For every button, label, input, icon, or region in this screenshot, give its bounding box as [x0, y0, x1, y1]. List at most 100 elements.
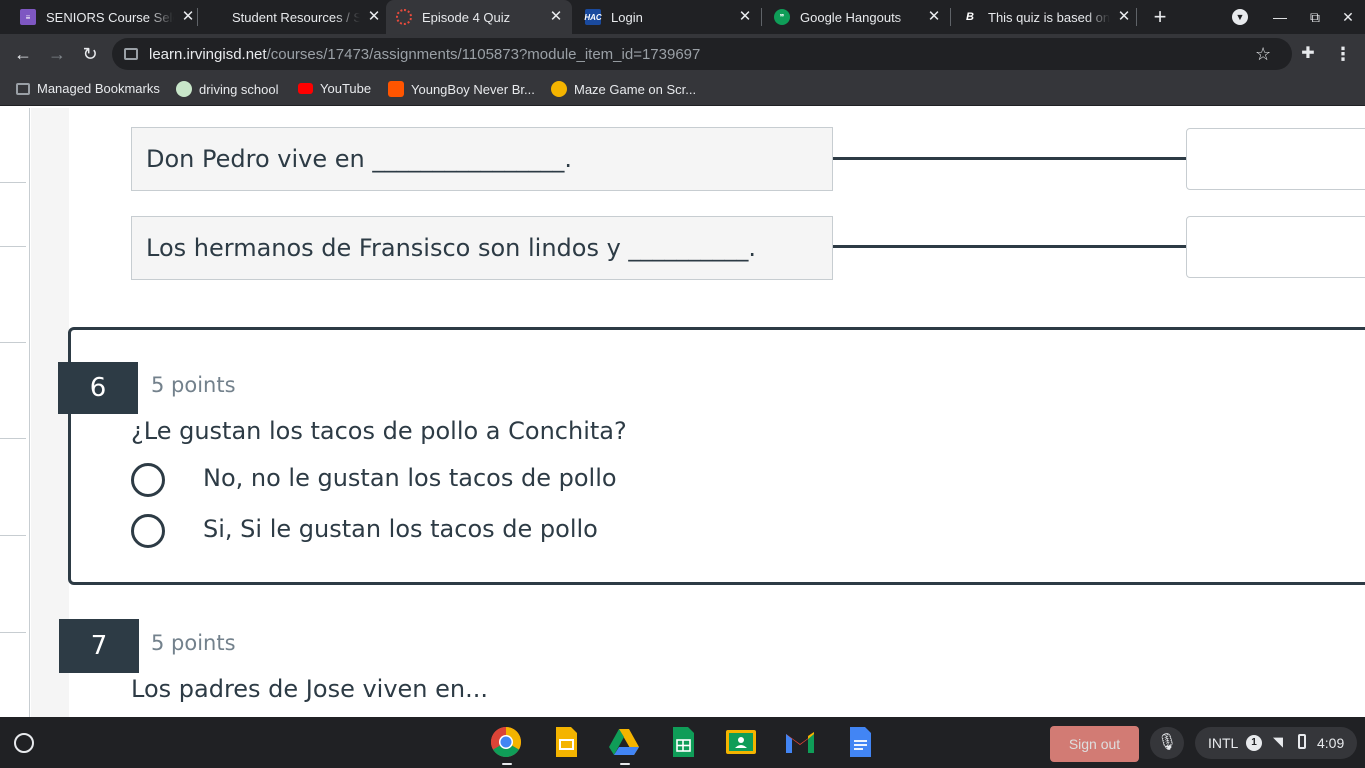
url-text[interactable]: learn.irvingisd.net/courses/17473/assign…: [149, 46, 700, 63]
tab-search-icon[interactable]: ▼: [1232, 9, 1248, 25]
tab-google-hangouts[interactable]: ❞ Google Hangouts ✕: [774, 0, 942, 34]
tab-title: Episode 4 Quiz: [422, 9, 511, 25]
rail-divider: [0, 438, 26, 439]
close-icon[interactable]: ✕: [1116, 9, 1132, 25]
tab-separator: [197, 8, 198, 26]
driving-school-icon: [176, 81, 192, 97]
tab-separator: [1136, 8, 1137, 26]
minimize-icon[interactable]: —: [1272, 9, 1288, 25]
answer-choice-label[interactable]: Si, Si le gustan los tacos de pollo: [203, 515, 598, 543]
notification-badge[interactable]: 1: [1246, 735, 1262, 751]
gmail-icon[interactable]: [784, 726, 816, 758]
close-icon[interactable]: ✕: [366, 9, 382, 25]
address-bar[interactable]: learn.irvingisd.net/courses/17473/assign…: [112, 38, 1292, 70]
answer-choice-label[interactable]: No, no le gustan los tacos de pollo: [203, 464, 617, 492]
tab-student-resources[interactable]: Student Resources / S ✕: [206, 0, 382, 34]
sheets-icon[interactable]: [667, 726, 699, 758]
matching-prompt-text: Los hermanos de Fransisco son lindos y _…: [146, 234, 757, 262]
forward-icon[interactable]: →: [47, 44, 67, 64]
bookmark-managed[interactable]: Managed Bookmarks: [16, 81, 160, 96]
back-icon[interactable]: ←: [13, 44, 33, 64]
matching-connector: [833, 245, 1186, 248]
running-indicator: [502, 763, 512, 765]
extensions-icon[interactable]: ✚: [1298, 44, 1318, 64]
question-points: 5 points: [151, 373, 236, 397]
close-window-icon[interactable]: ✕: [1340, 9, 1356, 25]
bookmark-label: driving school: [199, 81, 279, 97]
tab-login[interactable]: HAC Login ✕: [584, 0, 753, 34]
radio-button[interactable]: [131, 463, 165, 497]
site-info-icon[interactable]: [124, 48, 138, 60]
quiz-page: Don Pedro vive en ________________. Los …: [0, 108, 1365, 717]
microphone-icon[interactable]: 🎙: [1150, 727, 1184, 759]
input-method-indicator[interactable]: INTL: [1208, 735, 1238, 751]
rail-divider: [0, 632, 26, 633]
tab-title: This quiz is based on: [988, 9, 1110, 25]
tab-title: Student Resources / S: [232, 9, 360, 25]
matching-answer-select[interactable]: [1186, 216, 1365, 278]
rail-divider: [0, 535, 26, 536]
bookmark-label: Maze Game on Scr...: [574, 81, 697, 97]
battery-icon: [1298, 734, 1306, 749]
bookmark-label: YoungBoy Never Br...: [411, 81, 535, 97]
new-tab-button[interactable]: +: [1150, 6, 1170, 28]
hangouts-icon: ❞: [774, 9, 790, 25]
answer-choice[interactable]: Si, Si le gustan los tacos de pollo: [131, 512, 731, 552]
rail-divider: [0, 342, 26, 343]
bookmark-star-icon[interactable]: ☆: [1255, 44, 1271, 64]
launcher-icon[interactable]: [14, 733, 34, 753]
bookmark-youngboy[interactable]: YoungBoy Never Br...: [388, 81, 535, 97]
tab-this-quiz[interactable]: B This quiz is based on ✕: [962, 0, 1132, 34]
bookmark-driving-school[interactable]: driving school: [176, 81, 279, 97]
tab-strip: ≡ SENIORS Course Sele ✕ Student Resource…: [0, 0, 1365, 34]
brainly-icon: B: [966, 11, 974, 23]
hac-icon: HAC: [584, 9, 602, 25]
os-shelf: Sign out 🎙 INTL 1 ◥ 4:09: [0, 717, 1365, 768]
bookmark-youtube[interactable]: YouTube: [298, 81, 371, 96]
close-icon[interactable]: ✕: [926, 9, 942, 25]
question-number: 6: [58, 362, 138, 414]
docs-icon[interactable]: [844, 726, 876, 758]
matching-prompt: Don Pedro vive en ________________.: [131, 127, 833, 191]
question-text: Los padres de Jose viven en...: [131, 675, 489, 703]
matching-prompt-text: Don Pedro vive en ________________.: [146, 145, 572, 173]
question-points: 5 points: [151, 631, 236, 655]
matching-connector: [833, 157, 1186, 160]
tab-title: SENIORS Course Sele: [46, 9, 174, 25]
close-icon[interactable]: ✕: [548, 9, 564, 25]
forms-icon: ≡: [20, 9, 36, 25]
canvas-icon: [396, 9, 412, 25]
running-indicator: [620, 763, 630, 765]
matching-prompt: Los hermanos de Fransisco son lindos y _…: [131, 216, 833, 280]
chrome-menu-icon[interactable]: ⋮: [1334, 44, 1352, 64]
soundcloud-icon: [388, 81, 404, 97]
bookmark-maze-game[interactable]: Maze Game on Scr...: [551, 81, 696, 97]
tab-title: Login: [611, 9, 643, 25]
reload-icon[interactable]: ↻: [80, 44, 100, 64]
close-icon[interactable]: ✕: [737, 9, 753, 25]
question-text: ¿Le gustan los tacos de pollo a Conchita…: [131, 417, 627, 445]
scratch-icon: [551, 81, 567, 97]
close-icon[interactable]: ✕: [180, 9, 196, 25]
folder-icon: [16, 82, 30, 95]
tab-title: Google Hangouts: [800, 9, 902, 25]
rail-divider: [0, 246, 26, 247]
radio-button[interactable]: [131, 514, 165, 548]
clock: 4:09: [1317, 735, 1345, 751]
matching-answer-select[interactable]: [1186, 128, 1365, 190]
restore-icon[interactable]: ⧉: [1307, 9, 1323, 25]
tab-episode-4-quiz[interactable]: Episode 4 Quiz ✕: [386, 0, 572, 34]
page-icon: [206, 9, 222, 25]
classroom-icon[interactable]: [725, 726, 757, 758]
status-tray[interactable]: INTL 1 ◥ 4:09: [1195, 727, 1357, 759]
tab-separator: [761, 8, 762, 26]
sign-out-button[interactable]: Sign out: [1050, 726, 1139, 762]
answer-choice[interactable]: No, no le gustan los tacos de pollo: [131, 461, 731, 501]
youtube-icon: [298, 83, 313, 94]
browser-toolbar: ← → ↻ learn.irvingisd.net/courses/17473/…: [0, 34, 1365, 74]
chrome-icon[interactable]: [490, 726, 522, 758]
tab-seniors-course[interactable]: ≡ SENIORS Course Sele ✕: [20, 0, 196, 34]
course-nav-rail: [0, 108, 30, 717]
drive-icon[interactable]: [608, 726, 640, 758]
slides-icon[interactable]: [550, 726, 582, 758]
